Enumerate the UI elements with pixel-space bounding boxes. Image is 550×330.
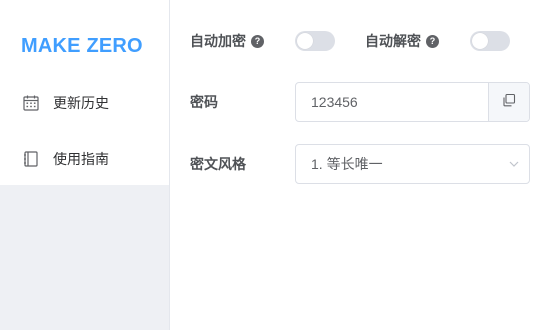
toggle-knob: [297, 33, 313, 49]
sidebar-item-user-guide[interactable]: 使用指南: [22, 147, 109, 171]
password-input[interactable]: [296, 83, 488, 121]
auto-decrypt-text: 自动解密: [365, 33, 421, 49]
settings-panel: 自动加密 ? 自动解密 ? 密码 密文风格 1. 等长唯一: [170, 0, 550, 330]
cipher-style-value: 1. 等长唯一: [311, 156, 383, 172]
copy-icon: [502, 93, 516, 112]
auto-encrypt-text: 自动加密: [190, 33, 246, 49]
auto-encrypt-label: 自动加密 ?: [190, 32, 264, 50]
password-input-group: [295, 82, 530, 122]
copy-button[interactable]: [488, 83, 529, 121]
sidebar-item-update-history[interactable]: 更新历史: [22, 91, 109, 115]
sidebar-item-label: 使用指南: [53, 151, 109, 167]
auto-decrypt-toggle[interactable]: [470, 31, 510, 51]
auto-decrypt-label: 自动解密 ?: [365, 32, 439, 50]
book-icon: [22, 150, 40, 168]
cipher-style-label: 密文风格: [190, 156, 246, 172]
password-label: 密码: [190, 94, 218, 110]
help-icon[interactable]: ?: [426, 34, 439, 48]
sidebar-header: MAKE ZERO 更新历史 使用指南: [0, 0, 169, 185]
app-logo: MAKE ZERO: [21, 35, 143, 57]
toggle-knob: [472, 33, 488, 49]
chevron-down-icon: [499, 158, 529, 170]
help-icon[interactable]: ?: [251, 34, 264, 48]
sidebar-item-label: 更新历史: [53, 95, 109, 111]
cipher-style-select[interactable]: 1. 等长唯一: [295, 144, 530, 184]
auto-encrypt-toggle[interactable]: [295, 31, 335, 51]
calendar-icon: [22, 94, 40, 112]
sidebar: MAKE ZERO 更新历史 使用指南: [0, 0, 170, 330]
